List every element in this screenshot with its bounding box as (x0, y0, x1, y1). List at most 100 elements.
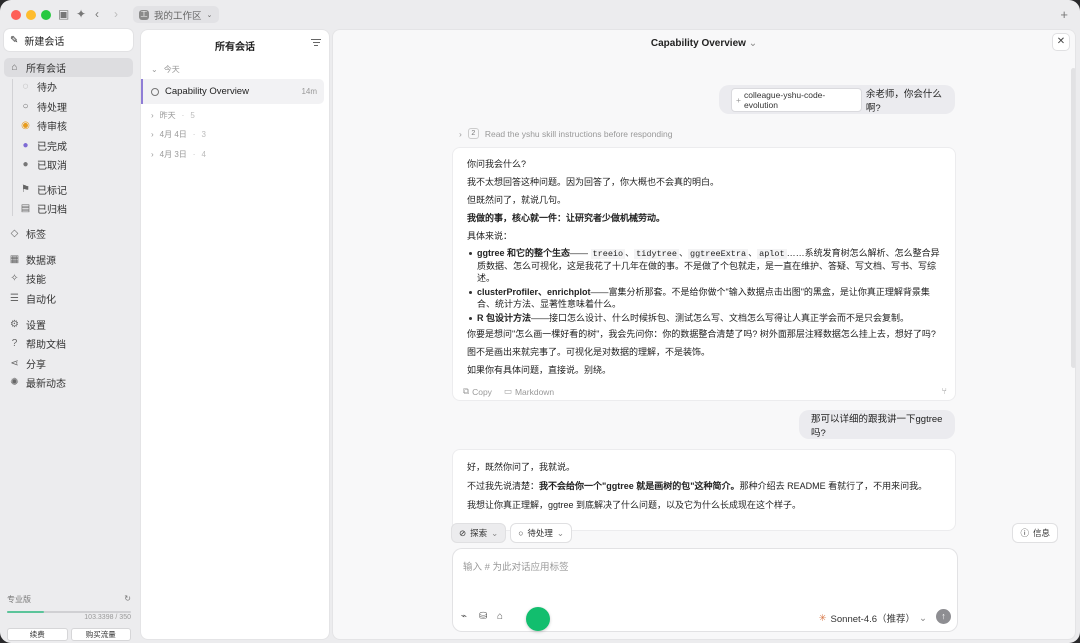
message-paragraph: 好，既然你问了，我就说。 (467, 462, 576, 472)
dashed-circle-icon: ◌ (22, 81, 29, 92)
explore-mode-button[interactable]: ⊘ 探索 ⌄ (451, 523, 507, 543)
sidebar-item-automation[interactable]: ☰ 自动化 (4, 289, 133, 308)
database-icon: ▦ (9, 254, 20, 265)
list-title: 所有会话 (215, 42, 255, 53)
sidebar-item-all[interactable]: ⌂ 所有会话 (4, 58, 133, 77)
text-span: 不过我先说清楚： (467, 481, 540, 491)
scrollbar[interactable] (1071, 68, 1075, 368)
list-item: ggtree 和它的整个生态—— treeio、 tidytree、 ggtreeE… (467, 247, 941, 284)
sidebar-item-share[interactable]: ⋖ 分享 (4, 354, 133, 373)
copy-label: Copy (472, 386, 492, 397)
renew-button[interactable]: 续费 (7, 628, 68, 641)
chevron-down-icon: ⌄ (151, 65, 158, 74)
user-message-text: 余老师，你会什么啊? (865, 88, 942, 114)
separator-text: 、 (748, 248, 758, 258)
new-chat-button[interactable]: ✎ 新建会话 (4, 29, 133, 51)
separator-text: 、 (625, 248, 635, 258)
skill-chip[interactable]: + colleague-yshu-code-evolution (731, 87, 862, 112)
sidebar-item-news[interactable]: ✺ 最新动态 (4, 373, 133, 392)
group-apr3[interactable]: › 4月 3日 · 4 (151, 149, 206, 160)
bold-text: 我不会给你一个"ggtree 就是画树的包"这种简介。 (539, 481, 740, 491)
tool-step[interactable]: › 2 Read the yshu skill instructions bef… (459, 128, 672, 139)
filter-icon[interactable] (311, 39, 321, 47)
info-button[interactable]: ⓘ 信息 (1012, 523, 1058, 543)
message-paragraph: 我不太想回答这种问题。因为回答了，你大概也不会真的明白。 (467, 177, 720, 187)
titlebar: ▣ ✦ ‹ › 工 我的工作区 ⌄ + (0, 0, 1080, 29)
sidebar-item-label: 已归档 (37, 205, 67, 216)
sidebar-item-skills[interactable]: ✧ 技能 (4, 269, 133, 288)
forward-icon[interactable]: › (114, 8, 118, 21)
user-message: 那可以详细的跟我讲一下ggtree吗? (799, 410, 955, 439)
status-select-button[interactable]: ○ 待处理 ⌄ (510, 523, 573, 543)
minimize-traffic-light[interactable] (26, 10, 36, 20)
input-toolbar: ⊘ 探索 ⌄ ○ 待处理 ⌄ (451, 523, 573, 543)
divider (12, 79, 13, 216)
sidebar-item-cancelled[interactable]: ● 已取消 (20, 155, 133, 174)
copy-button[interactable]: ⧉ Copy (463, 386, 492, 397)
document-icon: ▭ (503, 386, 512, 396)
group-label: 昨天 (159, 111, 176, 120)
info-label: 信息 (1032, 528, 1050, 538)
send-button[interactable]: ↑ (936, 609, 951, 624)
list-item: R 包设计方法——接口怎么设计、什么时候拆包、测试怎么写、文档怎么写得让人真正学… (467, 312, 941, 324)
sidebar-item-settings[interactable]: ⚙ 设置 (4, 315, 133, 334)
sidebar-item-archived[interactable]: ▤ 已归档 (20, 199, 133, 218)
sidebar-item-label: 最新动态 (26, 379, 66, 390)
sidebar-item-datasource[interactable]: ▦ 数据源 (4, 250, 133, 269)
close-button[interactable]: ✕ (1052, 33, 1070, 51)
gear-icon: ⚙ (10, 319, 19, 330)
chat-title[interactable]: Capability Overview ⌄ (333, 38, 1075, 49)
plan-panel: 专业版 ↻ 103.3398 / 350 续费 购买流量 (7, 594, 131, 641)
sidebar-item-label: 所有会话 (26, 64, 66, 75)
sidebar-item-help[interactable]: ? 帮助文档 (4, 334, 133, 353)
markdown-button[interactable]: ▭ Markdown (504, 386, 554, 397)
chevron-down-icon: ⌄ (491, 527, 499, 538)
copy-icon: ⧉ (463, 386, 470, 396)
sidebar-item-review[interactable]: ◉ 待审核 (20, 116, 133, 135)
back-icon[interactable]: ‹ (95, 8, 99, 21)
group-yesterday[interactable]: › 昨天 · 5 (151, 110, 195, 121)
inline-code: ggtreeExtra (687, 249, 749, 259)
plus-icon[interactable]: + (1060, 8, 1068, 21)
share-icon: ⋖ (10, 358, 19, 369)
model-selector[interactable]: ✳ Sonnet-4.6（推荐） ⌄ (819, 611, 927, 626)
sidebar-item-pending[interactable]: ○ 待处理 (20, 97, 133, 116)
folder-icon[interactable]: ⌂ (497, 611, 503, 622)
sidebar-toggle-icon[interactable]: ▣ (58, 8, 69, 21)
close-traffic-light[interactable] (11, 10, 21, 20)
sidebar-item-flagged[interactable]: ⚑ 已标记 (20, 180, 133, 199)
group-count: 3 (201, 130, 206, 139)
sidebar-item-tags[interactable]: ◇ 标签 (4, 224, 133, 243)
dash-text: —— (570, 248, 589, 258)
zoom-traffic-light[interactable] (41, 10, 51, 20)
paperclip-icon[interactable]: ⌁ (461, 611, 467, 622)
sidebar-item-label: 设置 (26, 321, 46, 332)
buy-traffic-button[interactable]: 购买流量 (70, 628, 131, 641)
bold-text: 我做的事，核心就一件：让研究者少做机械劳动。 (467, 213, 666, 223)
group-apr4[interactable]: › 4月 4日 · 3 (151, 129, 206, 140)
compass-icon: ⊘ (459, 527, 467, 538)
conversation-item[interactable]: Capability Overview 14m (141, 79, 324, 104)
usage-bar (7, 611, 131, 613)
inbox-icon: ⌂ (11, 62, 18, 73)
sidebar-item-done[interactable]: ● 已完成 (20, 136, 133, 155)
explore-label: 探索 (470, 528, 488, 538)
message-paragraph: 但既然问了，就说几句。 (467, 195, 567, 205)
inline-code: tidytree (634, 249, 679, 259)
floating-record-button[interactable] (526, 607, 550, 631)
check-circle-icon: ● (22, 140, 29, 151)
message-actions: ⧉ Copy ▭ Markdown (463, 386, 554, 397)
group-today[interactable]: ⌄ 今天 (151, 64, 180, 75)
sidebar-item-todo[interactable]: ◌ 待办 (20, 77, 133, 96)
refresh-icon[interactable]: ↻ (124, 594, 131, 605)
chevron-right-icon: › (151, 111, 154, 120)
plan-name: 专业版 (7, 595, 31, 604)
chevron-down-icon: ⌄ (919, 612, 927, 624)
workspace-selector[interactable]: 工 我的工作区 ⌄ (133, 6, 220, 23)
circle-icon: ○ (22, 101, 29, 112)
database-icon[interactable]: ⛁ (479, 611, 487, 622)
usage-text: 103.3398 / 350 (84, 614, 131, 621)
chat-title-text: Capability Overview (650, 38, 746, 49)
branch-icon[interactable]: ⑂ (942, 386, 947, 396)
list-item: clusterProfiler、enrichplot——富集分析那套。不是给你做… (467, 286, 941, 310)
